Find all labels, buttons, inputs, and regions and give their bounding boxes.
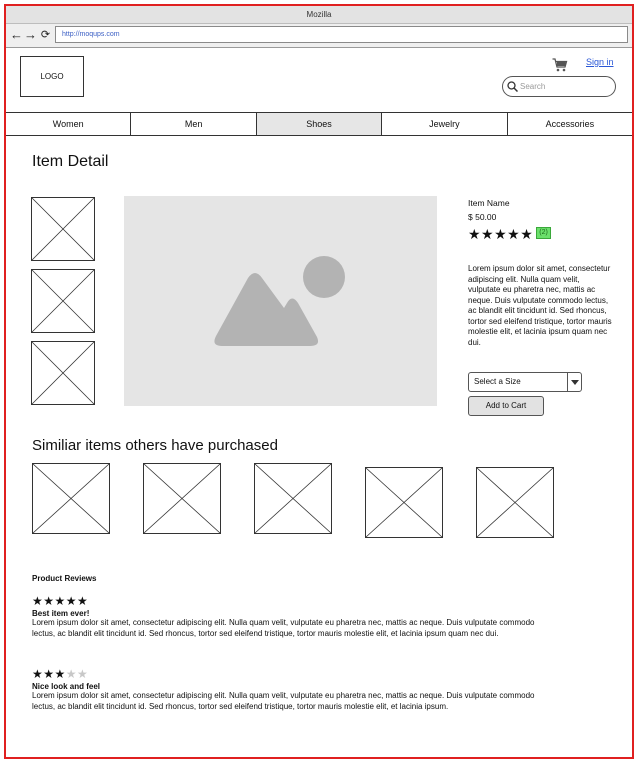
page-title: Item Detail — [32, 153, 109, 170]
add-to-cart-button[interactable]: Add to Cart — [468, 396, 544, 416]
address-bar[interactable]: http://moqups.com — [55, 26, 628, 43]
review-body: Lorem ipsum dolor sit amet, consectetur … — [32, 618, 535, 638]
browser-window: Mozilla ← → ⟳ http://moqups.com LOGO Sig… — [4, 4, 634, 759]
search-icon — [507, 81, 518, 92]
chevron-down-icon[interactable] — [567, 373, 581, 391]
similar-items-title: Similiar items others have purchased — [32, 437, 278, 454]
product-name: Item Name — [468, 198, 510, 208]
similar-item-image[interactable] — [254, 463, 332, 534]
review-title: Best item ever! — [32, 609, 90, 618]
image-placeholder-icon — [214, 256, 345, 346]
size-select[interactable]: Select a Size — [468, 372, 582, 392]
thumbnail-image[interactable] — [31, 197, 95, 261]
product-image — [124, 196, 437, 406]
reviews-title: Product Reviews — [32, 574, 97, 583]
review-count-badge[interactable]: (2) — [536, 227, 551, 239]
menu-item-men[interactable]: Men — [131, 113, 257, 135]
menu-item-accessories[interactable]: Accessories — [508, 113, 632, 135]
signin-link[interactable]: Sign in — [586, 57, 614, 67]
reload-icon[interactable]: ⟳ — [39, 28, 52, 42]
product-price: $ 50.00 — [468, 212, 497, 222]
product-rating: ★★★★★ (2) — [468, 226, 551, 242]
review-star-icons: ★★★★★ — [32, 594, 89, 608]
logo[interactable]: LOGO — [20, 56, 84, 97]
similar-item-image[interactable] — [365, 467, 443, 538]
similar-item-image[interactable] — [32, 463, 110, 534]
size-select-label: Select a Size — [474, 377, 521, 386]
menu-item-shoes[interactable]: Shoes — [256, 113, 383, 135]
menu-item-jewelry[interactable]: Jewelry — [382, 113, 508, 135]
menu-item-women[interactable]: Women — [6, 113, 132, 135]
review-item: ★★★★★ Best item ever! Lorem ipsum dolor … — [32, 595, 552, 639]
similar-item-image[interactable] — [476, 467, 554, 538]
browser-toolbar: ← → ⟳ http://moqups.com — [6, 24, 632, 48]
review-star-icons: ★★★★★ — [32, 667, 89, 681]
review-body: Lorem ipsum dolor sit amet, consectetur … — [32, 691, 535, 711]
thumbnail-image[interactable] — [31, 269, 95, 333]
search-box[interactable] — [502, 76, 616, 97]
similar-item-image[interactable] — [143, 463, 221, 534]
review-title: Nice look and feel — [32, 682, 101, 691]
star-rating-icon: ★★★★★ — [468, 226, 534, 242]
review-item: ★★★★★ Nice look and feel Lorem ipsum dol… — [32, 668, 552, 712]
cart-icon[interactable] — [552, 58, 568, 72]
search-input[interactable] — [520, 79, 610, 94]
thumbnail-image[interactable] — [31, 341, 95, 405]
forward-icon[interactable]: → — [24, 28, 37, 42]
back-icon[interactable]: ← — [10, 28, 23, 42]
category-menu: Women Men Shoes Jewelry Accessories — [6, 112, 632, 136]
window-title: Mozilla — [6, 6, 632, 24]
product-description: Lorem ipsum dolor sit amet, consectetur … — [468, 264, 612, 347]
